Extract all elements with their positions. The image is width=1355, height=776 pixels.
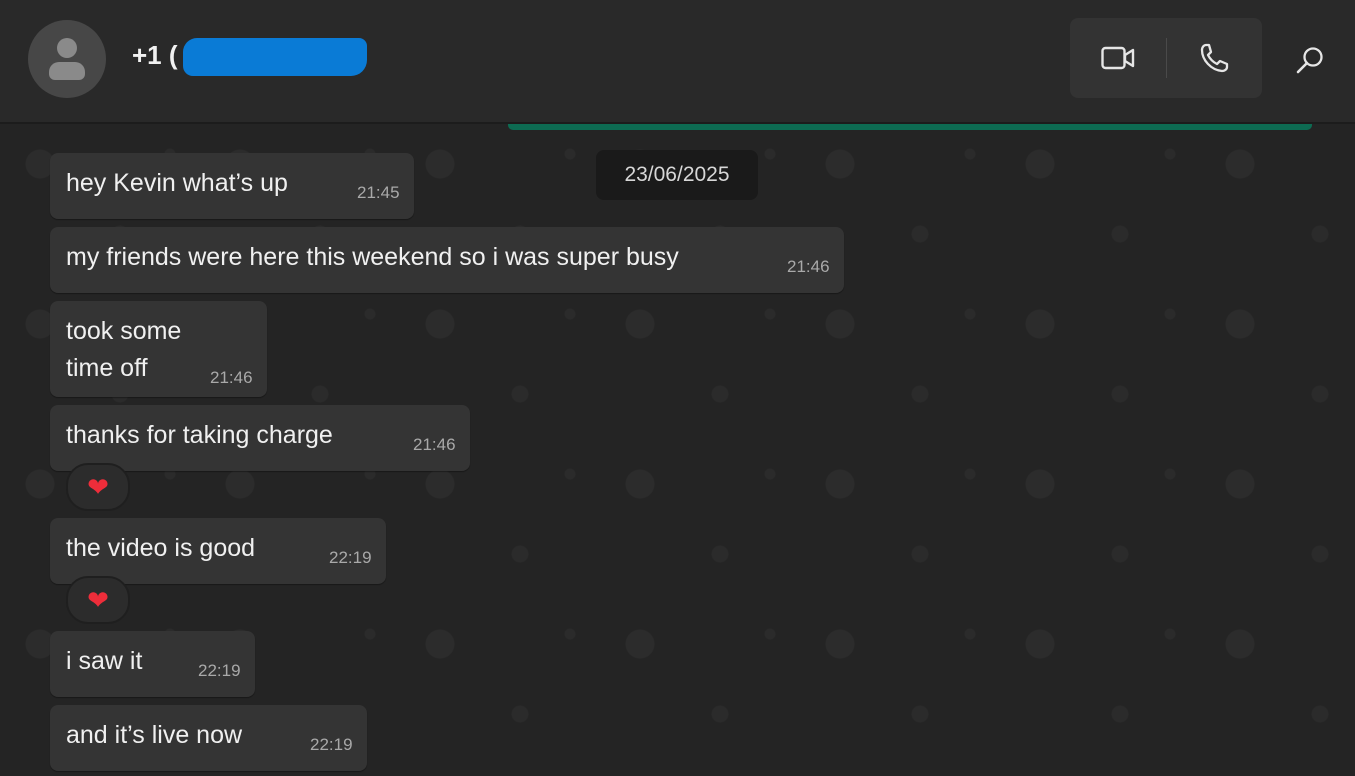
avatar-person-icon-body (49, 62, 85, 80)
redaction-mark (183, 38, 367, 76)
call-button-group (1070, 18, 1262, 98)
message-time: 21:46 (787, 257, 830, 276)
message-text: and it’s live now (66, 721, 243, 749)
search-button[interactable] (1284, 34, 1336, 86)
message-bubble[interactable]: thanks for taking charge 21:46 (50, 405, 470, 471)
message-bubble[interactable]: i saw it 22:19 (50, 631, 255, 697)
message-bubble[interactable]: hey Kevin what’s up 21:45 (50, 153, 414, 219)
message-text-line-1: took some (66, 317, 182, 345)
heart-reaction[interactable]: ❤ (66, 463, 130, 511)
message-bubble[interactable]: and it’s live now 22:19 (50, 705, 367, 771)
accent-strip (508, 124, 1312, 130)
video-call-button[interactable] (1070, 18, 1166, 98)
message-time: 21:46 (413, 435, 456, 454)
message-time: 21:46 (210, 368, 253, 387)
message-bubble[interactable]: my friends were here this weekend so i w… (50, 227, 844, 293)
date-separator: 23/06/2025 (596, 150, 758, 200)
search-icon (1296, 47, 1323, 74)
message-text: i saw it (66, 647, 143, 675)
video-call-icon (1101, 46, 1135, 70)
heart-icon: ❤ (87, 471, 109, 502)
message-bubble[interactable]: the video is good 22:19 (50, 518, 386, 584)
message-time: 21:45 (357, 183, 400, 202)
contact-avatar[interactable] (28, 20, 106, 98)
avatar-person-icon-head (57, 38, 77, 58)
contact-name[interactable]: +1 ( (132, 40, 178, 71)
message-time: 22:19 (310, 735, 353, 754)
heart-icon: ❤ (87, 584, 109, 615)
chat-header: +1 ( (0, 0, 1355, 124)
message-text: hey Kevin what’s up (66, 169, 288, 197)
message-text: the video is good (66, 534, 256, 562)
message-time: 22:19 (329, 548, 372, 567)
voice-call-button[interactable] (1166, 18, 1262, 98)
phone-icon (1200, 43, 1229, 73)
message-text: my friends were here this weekend so i w… (66, 243, 679, 271)
heart-reaction[interactable]: ❤ (66, 576, 130, 624)
message-text-line-2: time off (66, 354, 148, 382)
message-bubble[interactable]: took some time off 21:46 (50, 301, 267, 397)
message-time: 22:19 (198, 661, 241, 680)
message-text: thanks for taking charge (66, 421, 333, 449)
